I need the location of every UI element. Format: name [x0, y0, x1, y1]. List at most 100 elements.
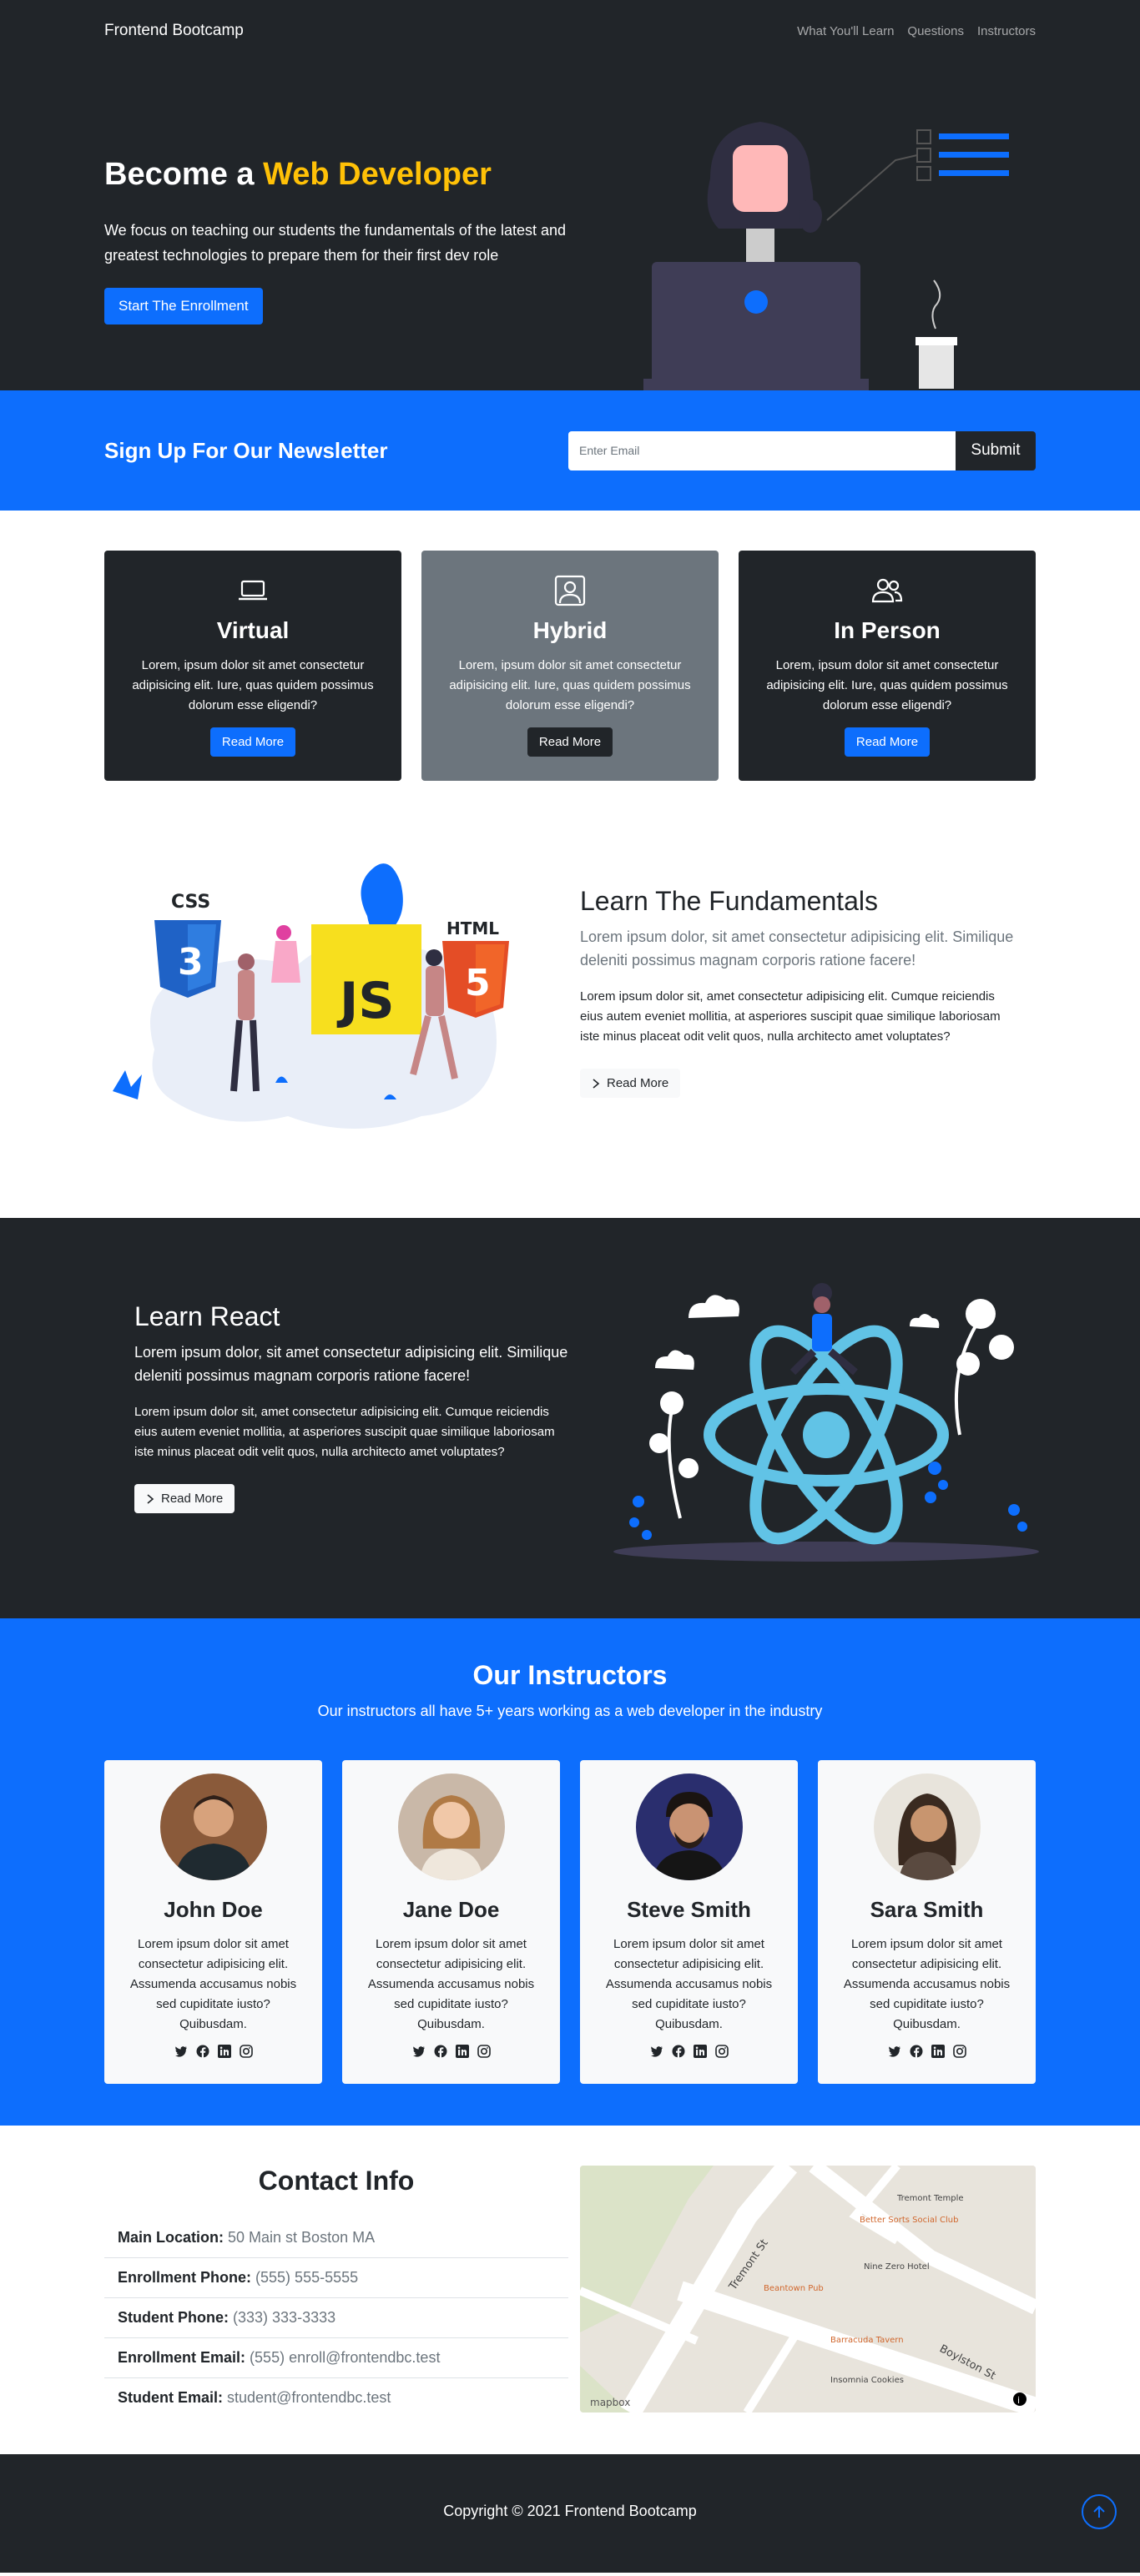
react-title: Learn React [134, 1301, 280, 1331]
fundamentals-illustration: CSS 3 JS HTML 5 [113, 863, 509, 1129]
place-label: Better Sorts Social Club [860, 2216, 958, 2225]
linkedin-icon[interactable] [931, 2045, 945, 2058]
instructor-name: Jane Doe [402, 1897, 500, 1922]
instructors-subtitle: Our instructors all have 5+ years workin… [317, 1703, 823, 1719]
nav-link-learn[interactable]: What You'll Learn [797, 24, 894, 38]
contact-row: Enrollment Phone: (555) 555-5555 [104, 2258, 568, 2298]
copyright-text: Copyright © 2021 Frontend Bootcamp [443, 2503, 697, 2519]
react-lead: Lorem ipsum dolor, sit amet consectetur … [134, 1344, 568, 1384]
twitter-icon[interactable] [174, 2045, 188, 2058]
developer-illustration [643, 122, 1009, 390]
instructor-card: Sara Smith Lorem ipsum dolor sit amet co… [818, 1760, 1036, 2084]
instagram-icon[interactable] [477, 2045, 491, 2058]
nav-links: What You'll Learn Questions Instructors [797, 24, 1036, 38]
learn-fundamentals-section: CSS 3 JS HTML 5 Learn The Fundamentals L… [0, 791, 1140, 1218]
facebook-icon[interactable] [672, 2045, 685, 2058]
read-more-label: Read More [161, 1492, 224, 1506]
react-illustration [613, 1283, 1039, 1562]
fundamentals-lead: Lorem ipsum dolor, sit amet consectetur … [580, 928, 1014, 969]
contact-row: Enrollment Email: (555) enroll@frontendb… [104, 2338, 568, 2378]
social-links [580, 2045, 798, 2058]
fundamentals-text: Learn The Fundamentals Lorem ipsum dolor… [580, 886, 1014, 1098]
avatar [159, 1774, 267, 1880]
instructor-bio: Lorem ipsum dolor sit amet consectetur a… [367, 1937, 535, 2031]
contact-row: Main Location: 50 Main st Boston MA [104, 2218, 568, 2258]
map-attribution: mapbox [590, 2397, 630, 2408]
box-text: Lorem, ipsum dolor sit amet consectetur … [132, 658, 374, 712]
instructor-bio: Lorem ipsum dolor sit amet consectetur a… [605, 1937, 773, 2031]
place-label: Nine Zero Hotel [864, 2262, 930, 2272]
place-label: Insomnia Cookies [830, 2376, 904, 2385]
avatar [635, 1774, 743, 1880]
place-label: Barracuda Tavern [830, 2336, 904, 2345]
hero-section: Become a Web Developer We focus on teach… [0, 62, 1140, 390]
avatar [397, 1774, 505, 1880]
brand-link[interactable]: Frontend Bootcamp [104, 22, 244, 40]
instructor-card: Jane Doe Lorem ipsum dolor sit amet cons… [342, 1760, 560, 2084]
box-virtual: Virtual Lorem, ipsum dolor sit amet cons… [104, 551, 401, 781]
twitter-icon[interactable] [412, 2045, 426, 2058]
instagram-icon[interactable] [239, 2045, 253, 2058]
linkedin-icon[interactable] [455, 2045, 469, 2058]
facebook-icon[interactable] [910, 2045, 923, 2058]
scroll-to-top-button[interactable] [1082, 2494, 1117, 2529]
hero-title: Become a Web Developer [104, 157, 492, 192]
navbar: Frontend Bootcamp What You'll Learn Ques… [0, 0, 1140, 62]
social-links [818, 2045, 1036, 2058]
boxes-section: Virtual Lorem, ipsum dolor sit amet cons… [0, 511, 1140, 791]
facebook-icon[interactable] [434, 2045, 447, 2058]
read-more-label: Read More [607, 1076, 669, 1090]
contact-info: Contact Info Main Location: 50 Main st B… [104, 2166, 568, 2418]
hero-title-accent: Web Developer [263, 157, 492, 192]
svg-text:i: i [1017, 2395, 1020, 2406]
linkedin-icon[interactable] [217, 2045, 231, 2058]
twitter-icon[interactable] [888, 2045, 901, 2058]
learn-react-section: Learn React Lorem ipsum dolor, sit amet … [0, 1218, 1140, 1618]
read-more-button[interactable]: Read More [580, 1069, 681, 1098]
read-more-button[interactable]: Read More [527, 727, 613, 757]
read-more-button[interactable]: Read More [844, 727, 931, 757]
hero-text: Become a Web Developer We focus on teach… [104, 157, 572, 325]
box-title: Virtual [216, 617, 290, 643]
social-links [342, 2045, 560, 2058]
nav-link-questions[interactable]: Questions [907, 24, 964, 38]
fundamentals-body: Lorem ipsum dolor sit, amet consectetur … [580, 989, 1001, 1044]
instagram-icon[interactable] [952, 2045, 966, 2058]
submit-button[interactable]: Submit [956, 430, 1036, 470]
facebook-icon[interactable] [196, 2045, 209, 2058]
box-hybrid: Hybrid Lorem, ipsum dolor sit amet conse… [421, 551, 719, 781]
read-more-button[interactable]: Read More [134, 1484, 235, 1513]
css-label: CSS [171, 892, 210, 913]
arrow-up-icon [1093, 2505, 1105, 2518]
box-text: Lorem, ipsum dolor sit amet consectetur … [766, 658, 1008, 712]
nav-link-instructors[interactable]: Instructors [977, 24, 1036, 38]
svg-text:3: 3 [178, 941, 204, 984]
instructors-title: Our Instructors [472, 1660, 668, 1690]
start-enrollment-button[interactable]: Start The Enrollment [104, 288, 263, 325]
contact-section: Contact Info Main Location: 50 Main st B… [0, 2126, 1140, 2454]
chevron-right-icon [147, 1493, 154, 1504]
place-label: Tremont Temple [896, 2194, 964, 2203]
newsletter-section: Sign Up For Our Newsletter Enter Email S… [0, 390, 1140, 511]
newsletter-title: Sign Up For Our Newsletter [104, 437, 388, 463]
newsletter-form: Enter Email Submit [568, 430, 1036, 470]
instructor-name: Sara Smith [870, 1897, 984, 1922]
fundamentals-title: Learn The Fundamentals [580, 886, 878, 916]
map[interactable]: Tremont St Boylston St Tremont Temple Be… [580, 2166, 1036, 2412]
people-icon [739, 572, 1036, 609]
svg-text:5: 5 [465, 962, 491, 1004]
linkedin-icon[interactable] [693, 2045, 707, 2058]
html-label: HTML [446, 918, 499, 938]
instagram-icon[interactable] [714, 2045, 729, 2058]
read-more-button[interactable]: Read More [209, 727, 296, 757]
instructor-cards: John Doe Lorem ipsum dolor sit amet cons… [104, 1760, 1036, 2084]
box-title: In Person [834, 617, 941, 643]
js-label: JS [336, 972, 395, 1030]
instructors-section: Our Instructors Our instructors all have… [0, 1618, 1140, 2126]
twitter-icon[interactable] [650, 2045, 663, 2058]
instructor-bio: Lorem ipsum dolor sit amet consectetur a… [843, 1937, 1011, 2031]
contact-title: Contact Info [258, 2166, 415, 2196]
contact-row: Student Phone: (333) 333-3333 [104, 2298, 568, 2338]
email-input[interactable]: Enter Email [568, 430, 956, 470]
contact-row: Student Email: student@frontendbc.test [118, 2389, 391, 2406]
